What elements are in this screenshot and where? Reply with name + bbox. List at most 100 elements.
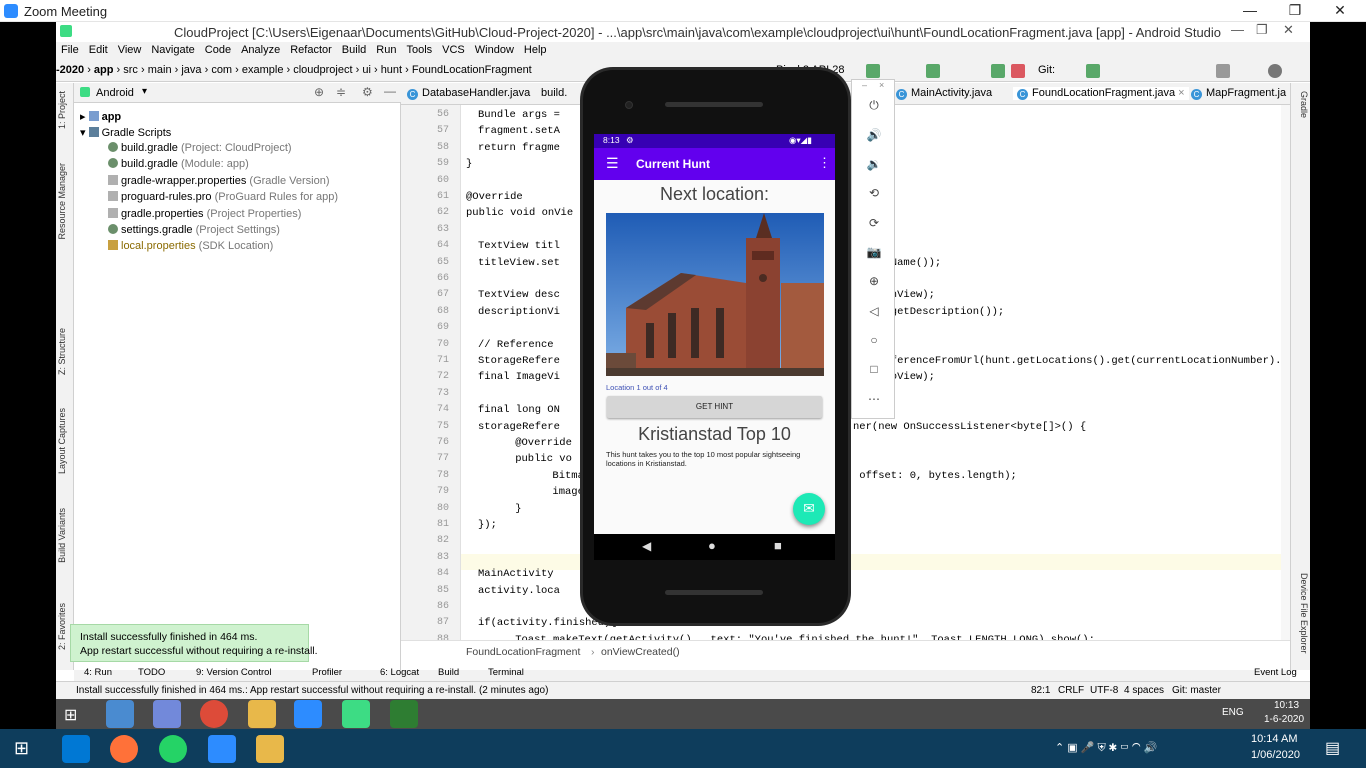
tool-run-tab[interactable]: 4: Run (84, 667, 112, 678)
tool-terminal-tab[interactable]: Terminal (488, 667, 524, 678)
overview-icon[interactable]: ■ (774, 538, 782, 553)
power-icon[interactable]: ⏻ (864, 98, 884, 114)
tool-device-file-explorer-tab[interactable]: Device File Explorer (1293, 573, 1309, 654)
remote-app-icon[interactable] (106, 700, 134, 728)
tool-version-control-tab[interactable]: 9: Version Control (196, 667, 272, 678)
stop-icon[interactable] (1011, 64, 1025, 78)
crumb-app[interactable]: app (94, 64, 114, 76)
remote-start-icon[interactable]: ⊞ (64, 705, 77, 725)
minimize-button[interactable]: — (1230, 2, 1270, 18)
crumb-ui[interactable]: ui (362, 64, 371, 76)
status-line-separator[interactable]: CRLF (1058, 685, 1084, 696)
menu-tools[interactable]: Tools (401, 42, 437, 56)
tool-build-variants-tab[interactable]: Build Variants (57, 508, 73, 563)
taskbar-clock[interactable]: 10:14 AM (1251, 733, 1297, 745)
tool-logcat-tab[interactable]: 6: Logcat (380, 667, 419, 678)
menu-help[interactable]: Help (519, 42, 552, 56)
tab-database-handler[interactable]: C DatabaseHandler.java (407, 87, 530, 100)
explorer-icon[interactable] (248, 700, 276, 728)
menu-run[interactable]: Run (371, 42, 401, 56)
crumb-file[interactable]: FoundLocationFragment (412, 64, 532, 76)
tool-build-tab[interactable]: Build (438, 667, 459, 678)
apply-changes-icon[interactable] (991, 64, 1005, 78)
tool-project-tab[interactable]: 1: Project (57, 91, 73, 129)
status-indent[interactable]: 4 spaces (1124, 685, 1164, 696)
start-icon[interactable]: ⊞ (14, 738, 29, 759)
menu-code[interactable]: Code (200, 42, 236, 56)
rotate-left-icon[interactable]: ⟲ (864, 186, 884, 202)
tree-item-settings-gradle[interactable]: settings.gradle (Project Settings) (108, 224, 280, 236)
emulator-taskbar-icon[interactable] (390, 700, 418, 728)
tab-found-location-fragment[interactable]: C FoundLocationFragment.java × (1013, 87, 1189, 100)
crumb-cloudproject[interactable]: cloudproject (293, 64, 352, 76)
studio-maximize-button[interactable]: ❐ (1256, 22, 1268, 38)
mail-icon[interactable] (62, 735, 90, 763)
close-button[interactable]: ✕ (1320, 2, 1360, 19)
email-fab-icon[interactable]: ✉ (793, 493, 825, 525)
run-icon[interactable] (866, 64, 880, 78)
menu-vcs[interactable]: VCS (437, 42, 470, 56)
remote-date[interactable]: 1-6-2020 (1264, 714, 1304, 725)
camera-icon[interactable]: 📷 (864, 245, 884, 261)
remote-lang[interactable]: ENG (1222, 707, 1244, 718)
zoom-icon[interactable]: ⊕ (864, 274, 884, 290)
crumb-src[interactable]: src (123, 64, 138, 76)
code-crumb-method[interactable]: onViewCreated() (601, 646, 680, 658)
tool-structure-tab[interactable]: Z: Structure (57, 328, 73, 375)
tool-event-log-tab[interactable]: Event Log (1254, 667, 1297, 678)
menu-view[interactable]: View (113, 42, 147, 56)
notification-icon[interactable]: ▤ (1325, 738, 1340, 758)
search-icon[interactable] (1268, 64, 1282, 78)
emu-overview-icon[interactable]: □ (864, 362, 884, 378)
file-explorer-icon[interactable] (256, 735, 284, 763)
crumb-hunt[interactable]: hunt (381, 64, 402, 76)
volume-up-icon[interactable]: 🔊 (864, 128, 884, 144)
emu-close-icon[interactable]: × (879, 80, 884, 90)
zoom-taskbar-icon[interactable] (208, 735, 236, 763)
menu-file[interactable]: File (56, 42, 84, 56)
crumb-project[interactable]: -2020 (56, 64, 84, 76)
project-view-select[interactable]: Android (96, 87, 134, 99)
tree-item-gradle-properties[interactable]: gradle.properties (Project Properties) (108, 208, 301, 220)
maximize-button[interactable]: ❐ (1275, 2, 1315, 19)
tab-build-gradle[interactable]: build. (541, 87, 567, 99)
menu-icon[interactable]: ☰ (606, 155, 619, 172)
collapse-icon[interactable]: ≑ (336, 85, 346, 99)
emu-back-icon[interactable]: ◁ (864, 304, 884, 320)
sdk-manager-icon[interactable] (1216, 64, 1230, 78)
chrome-icon[interactable] (200, 700, 228, 728)
emu-home-icon[interactable]: ○ (864, 333, 884, 349)
tree-item-app[interactable]: ▸ app (80, 110, 121, 123)
back-icon[interactable]: ◀ (642, 539, 651, 553)
hide-icon[interactable]: — (384, 84, 396, 98)
home-icon[interactable]: ● (708, 538, 716, 553)
menu-refactor[interactable]: Refactor (285, 42, 337, 56)
android-studio-taskbar-icon[interactable] (342, 700, 370, 728)
volume-down-icon[interactable]: 🔉 (864, 157, 884, 173)
status-git-branch[interactable]: Git: master (1172, 685, 1221, 696)
gear-icon[interactable]: ⚙ (362, 85, 373, 99)
status-encoding[interactable]: UTF-8 (1090, 685, 1118, 696)
status-message[interactable]: Install successfully finished in 464 ms.… (76, 685, 548, 696)
more-icon[interactable]: ⋯ (864, 392, 884, 408)
zoom-app-icon[interactable] (294, 700, 322, 728)
tool-gradle-tab[interactable]: Gradle (1293, 91, 1309, 118)
discord-icon[interactable] (153, 700, 181, 728)
tool-resource-manager-tab[interactable]: Resource Manager (57, 163, 73, 240)
menu-analyze[interactable]: Analyze (236, 42, 285, 56)
overflow-menu-icon[interactable]: ⋮ (818, 155, 831, 171)
locate-icon[interactable]: ⊕ (314, 85, 324, 99)
menu-window[interactable]: Window (470, 42, 519, 56)
menu-navigate[interactable]: Navigate (146, 42, 199, 56)
tool-profiler-tab[interactable]: Profiler (312, 667, 342, 678)
crumb-example[interactable]: example (242, 64, 284, 76)
tray-icons[interactable]: ⌃ ▣ 🎤 ⛨ ✱ ▭ ◠ 🔊 (1055, 741, 1157, 755)
crumb-com[interactable]: com (211, 64, 232, 76)
status-caret-position[interactable]: 82:1 (1031, 685, 1050, 696)
git-commit-icon[interactable] (1086, 64, 1100, 78)
tree-item-build-gradle-project[interactable]: build.gradle (Project: CloudProject) (108, 142, 292, 154)
tree-item-gradle-wrapper[interactable]: gradle-wrapper.properties (Gradle Versio… (108, 175, 330, 187)
remote-clock[interactable]: 10:13 (1274, 700, 1299, 711)
tree-item-gradle-scripts[interactable]: ▾ Gradle Scripts (80, 126, 171, 139)
install-notification[interactable]: Install successfully finished in 464 ms.… (70, 624, 318, 662)
